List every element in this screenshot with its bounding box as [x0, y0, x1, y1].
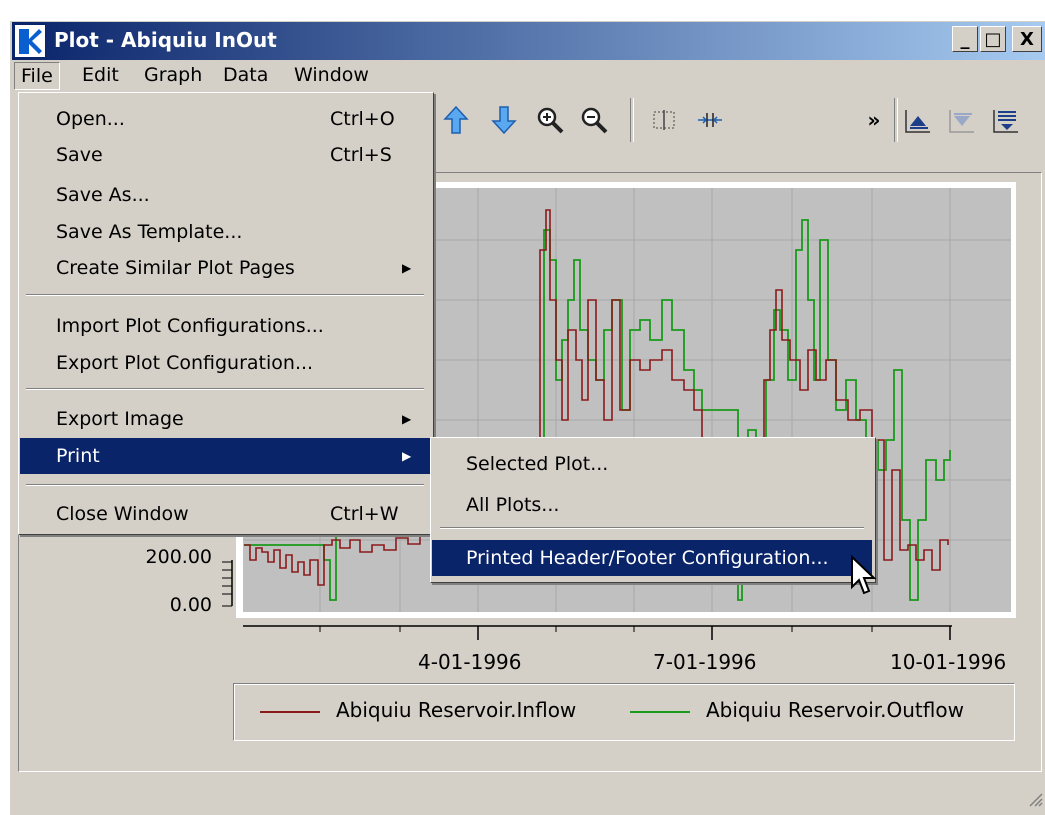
submenu-item-label: Printed Header/Footer Configuration... [466, 547, 829, 569]
legend-swatch-inflow [260, 711, 320, 713]
menu-item-label: Save As Template... [56, 221, 243, 243]
menu-item-shortcut: Ctrl+W [330, 503, 399, 525]
legend-swatch-outflow [630, 711, 690, 713]
legend-label-outflow: Abiquiu Reservoir.Outflow [706, 698, 964, 722]
submenu-item-header-footer-config[interactable]: Printed Header/Footer Configuration... [432, 540, 872, 576]
menu-item-label: Save [56, 144, 103, 166]
menu-item-shortcut: Ctrl+O [330, 108, 395, 130]
menu-item-export-image[interactable]: Export Image ▶ [20, 401, 430, 437]
submenu-item-selected-plot[interactable]: Selected Plot... [432, 446, 872, 482]
resize-grip-icon[interactable] [1027, 790, 1043, 812]
menu-separator [26, 294, 424, 296]
mouse-pointer-icon [850, 554, 878, 602]
menu-item-label: Import Plot Configurations... [56, 315, 324, 337]
menu-item-shortcut: Ctrl+S [330, 144, 392, 166]
menu-item-label: Save As... [56, 184, 150, 206]
menu-item-open[interactable]: Open... Ctrl+O [20, 101, 430, 137]
menu-item-save-as-template[interactable]: Save As Template... [20, 214, 430, 250]
menu-item-label: Export Image [56, 408, 184, 430]
y-tick-label: 200.00 [145, 546, 212, 568]
menu-item-export-config[interactable]: Export Plot Configuration... [20, 345, 430, 381]
menu-item-create-similar[interactable]: Create Similar Plot Pages ▶ [20, 250, 430, 286]
menu-item-label: Open... [56, 108, 125, 130]
menu-item-label: Print [56, 445, 100, 467]
x-tick-label: 4-01-1996 [418, 650, 522, 674]
submenu-item-label: Selected Plot... [466, 453, 609, 475]
menu-item-close-window[interactable]: Close Window Ctrl+W [20, 496, 430, 532]
x-tick-label: 10-01-1996 [890, 650, 1007, 674]
menu-item-import-config[interactable]: Import Plot Configurations... [20, 308, 430, 344]
menu-separator [26, 484, 424, 486]
menu-separator [26, 388, 424, 390]
menu-item-label: Close Window [56, 503, 189, 525]
submenu-item-all-plots[interactable]: All Plots... [432, 487, 872, 523]
submenu-item-label: All Plots... [466, 494, 560, 516]
y-tick-label: 0.00 [169, 594, 212, 616]
menu-item-save[interactable]: Save Ctrl+S [20, 137, 430, 173]
submenu-arrow-icon: ▶ [402, 261, 412, 275]
menu-item-save-as[interactable]: Save As... [20, 177, 430, 213]
menu-item-label: Export Plot Configuration... [56, 352, 314, 374]
submenu-arrow-icon: ▶ [402, 449, 412, 463]
menu-item-print[interactable]: Print ▶ [20, 438, 430, 474]
submenu-arrow-icon: ▶ [402, 412, 412, 426]
x-tick-label: 7-01-1996 [653, 650, 757, 674]
menu-separator [440, 527, 864, 529]
menu-item-label: Create Similar Plot Pages [56, 257, 295, 279]
legend-label-inflow: Abiquiu Reservoir.Inflow [336, 698, 577, 722]
